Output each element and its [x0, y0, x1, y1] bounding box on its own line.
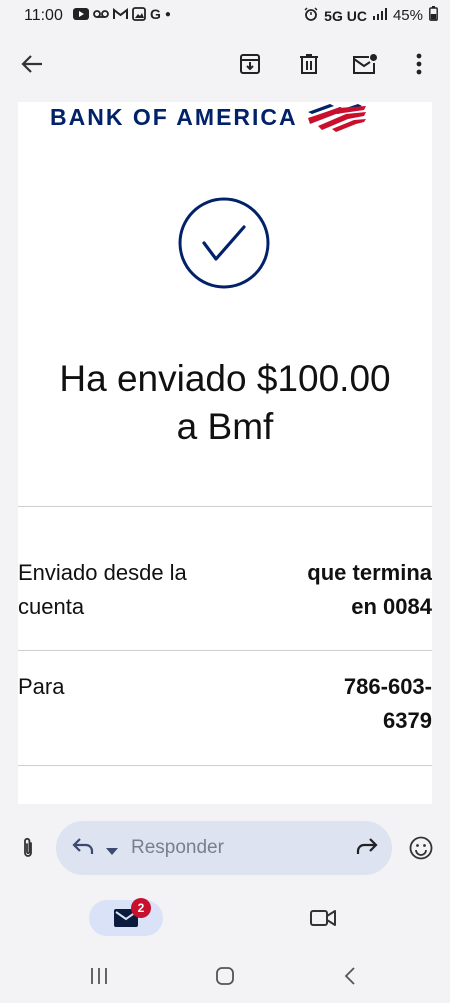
- google-icon: G: [150, 6, 161, 22]
- archive-button[interactable]: [230, 44, 270, 84]
- notification-icons: G ●: [73, 6, 171, 22]
- recents-icon: [91, 968, 107, 984]
- chevron-left-icon: [344, 967, 355, 985]
- more-options-button[interactable]: [399, 44, 439, 84]
- more-vert-icon: [416, 53, 422, 75]
- delete-icon: [300, 54, 318, 74]
- emoji-icon: [409, 836, 433, 860]
- headline-line-1: Ha enviado $100.00: [59, 358, 391, 399]
- forward-icon[interactable]: [356, 837, 378, 860]
- from-account-value-line2: en 0084: [351, 594, 432, 619]
- reply-options-icon[interactable]: [106, 843, 118, 861]
- delete-button[interactable]: [289, 44, 329, 84]
- mark-unread-button[interactable]: [345, 44, 385, 84]
- home-icon: [216, 967, 234, 985]
- from-account-label: Enviado desde la cuenta: [18, 556, 248, 624]
- from-account-value-line1: que termina: [307, 560, 432, 585]
- arrow-back-icon: [21, 55, 42, 73]
- network-label: 5G UC: [324, 7, 367, 24]
- flag-icon: [307, 104, 366, 132]
- youtube-icon: [73, 6, 89, 22]
- recipient-value-line2: 6379: [383, 708, 432, 733]
- headline-line-2: a Bmf: [176, 406, 274, 447]
- meet-tab[interactable]: [303, 898, 343, 938]
- signal-icon: [372, 7, 387, 24]
- from-account-label-line2: cuenta: [18, 594, 85, 619]
- unread-count-badge: 2: [131, 898, 151, 918]
- divider: [18, 765, 432, 766]
- status-bar: 11:00 G ● 5G UC 45%: [0, 0, 450, 32]
- success-check-icon: [178, 197, 270, 289]
- voicemail-icon: [93, 6, 109, 22]
- from-account-value: que termina en 0084: [262, 556, 432, 624]
- gallery-icon: [132, 6, 146, 22]
- more-notifications-icon: ●: [164, 8, 171, 20]
- mail-tab[interactable]: [89, 900, 163, 936]
- gmail-icon: [113, 6, 128, 22]
- confirmation-headline: Ha enviado $100.00 a Bmf: [18, 355, 432, 451]
- home-button[interactable]: [205, 956, 245, 996]
- emoji-button[interactable]: [401, 828, 441, 868]
- attachment-icon: [24, 837, 32, 857]
- status-time: 11:00: [24, 7, 63, 24]
- app-bar: [0, 32, 450, 102]
- reply-bar: Responder: [0, 804, 450, 892]
- divider: [18, 650, 432, 651]
- system-back-button[interactable]: [330, 956, 370, 996]
- attach-button[interactable]: [8, 828, 48, 868]
- battery-percent: 45%: [392, 7, 423, 24]
- recipient-label: Para: [18, 670, 248, 704]
- alarm-icon: [304, 6, 318, 25]
- battery-icon: [429, 6, 438, 25]
- system-nav: [0, 948, 450, 1003]
- archive-icon: [240, 54, 260, 74]
- bank-logo: BANK OF AMERICA: [50, 102, 370, 132]
- recipient-value-line1: 786-603-: [343, 674, 432, 699]
- reply-input[interactable]: Responder: [56, 821, 392, 875]
- divider: [18, 506, 432, 507]
- mark-unread-icon: [353, 54, 377, 74]
- recipient-value: 786-603- 6379: [262, 670, 432, 738]
- bottom-nav: 2: [0, 892, 450, 948]
- email-body: BANK OF AMERICA Ha enviado $100.00 a Bmf…: [18, 102, 432, 804]
- reply-arrow-icon[interactable]: [72, 837, 94, 860]
- recents-button[interactable]: [79, 956, 119, 996]
- from-account-label-line1: Enviado desde la: [18, 560, 187, 585]
- bank-logo-text: BANK OF AMERICA: [50, 103, 298, 130]
- video-camera-icon: [310, 910, 336, 926]
- recipient-label-line1: Para: [18, 674, 65, 699]
- reply-placeholder: Responder: [131, 837, 224, 858]
- back-button[interactable]: [12, 44, 52, 84]
- status-right: 5G UC 45%: [304, 6, 438, 25]
